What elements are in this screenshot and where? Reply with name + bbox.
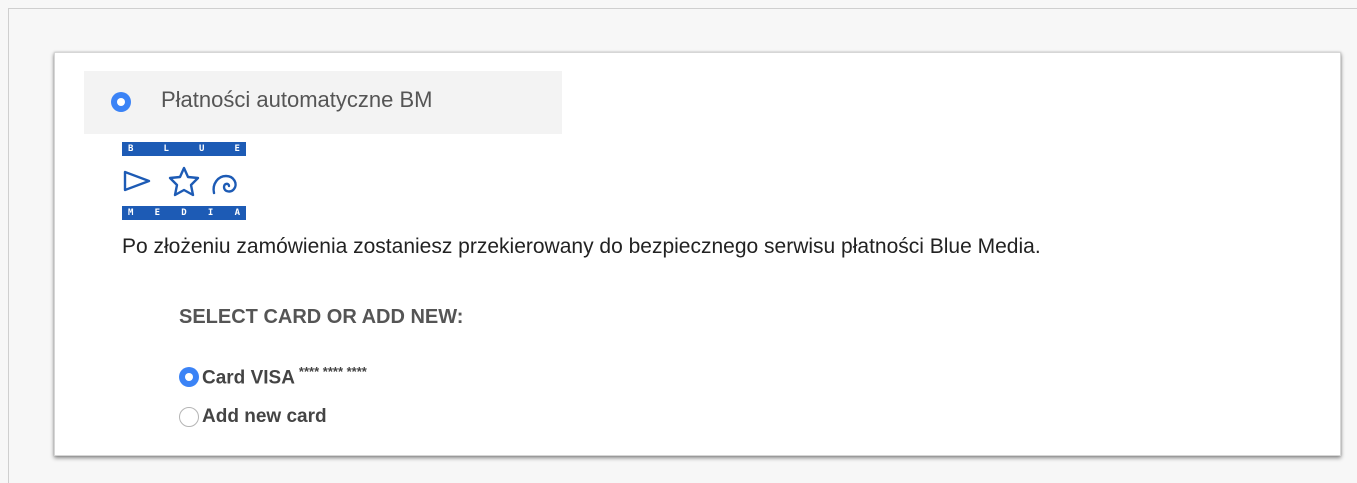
- payment-panel: Płatności automatyczne BM B L U E M E D …: [54, 52, 1341, 456]
- page-frame: Płatności automatyczne BM B L U E M E D …: [8, 8, 1357, 483]
- logo-letter: M: [128, 208, 134, 218]
- logo-top-bar: B L U E: [122, 142, 246, 156]
- blue-media-logo: B L U E M E D I A: [122, 142, 246, 222]
- logo-letter: A: [234, 208, 240, 218]
- logo-letter: I: [207, 208, 214, 218]
- play-triangle-icon: [123, 170, 151, 192]
- card-visa-name: Card VISA: [202, 367, 295, 389]
- logo-icons: [123, 166, 237, 197]
- payment-method-label: Płatności automatyczne BM: [161, 87, 433, 112]
- card-section-title: SELECT CARD OR ADD NEW:: [179, 306, 464, 328]
- add-new-card-radio[interactable]: [179, 407, 199, 427]
- payment-description: Po złożeniu zamówienia zostaniesz przeki…: [122, 235, 1041, 258]
- logo-letter: E: [154, 208, 161, 218]
- add-new-card-label: Add new card: [202, 406, 327, 427]
- card-option-visa[interactable]: Card VISA **** **** ****: [179, 364, 367, 389]
- spiral-icon: [212, 174, 237, 195]
- logo-letter: B: [128, 144, 134, 154]
- card-visa-radio[interactable]: [179, 367, 199, 387]
- payment-method-option[interactable]: Płatności automatyczne BM: [84, 71, 562, 134]
- card-option-add-new[interactable]: Add new card: [179, 405, 327, 429]
- logo-bottom-bar: M E D I A: [122, 206, 246, 220]
- star-icon: [168, 166, 200, 197]
- logo-letter: E: [234, 144, 240, 154]
- logo-letter: U: [199, 144, 205, 154]
- payment-method-radio[interactable]: [111, 92, 131, 112]
- card-masked-number: **** **** ****: [298, 364, 367, 380]
- logo-letter: D: [181, 208, 187, 218]
- card-visa-label: Card VISA **** **** ****: [202, 364, 367, 389]
- logo-letter: L: [163, 144, 169, 154]
